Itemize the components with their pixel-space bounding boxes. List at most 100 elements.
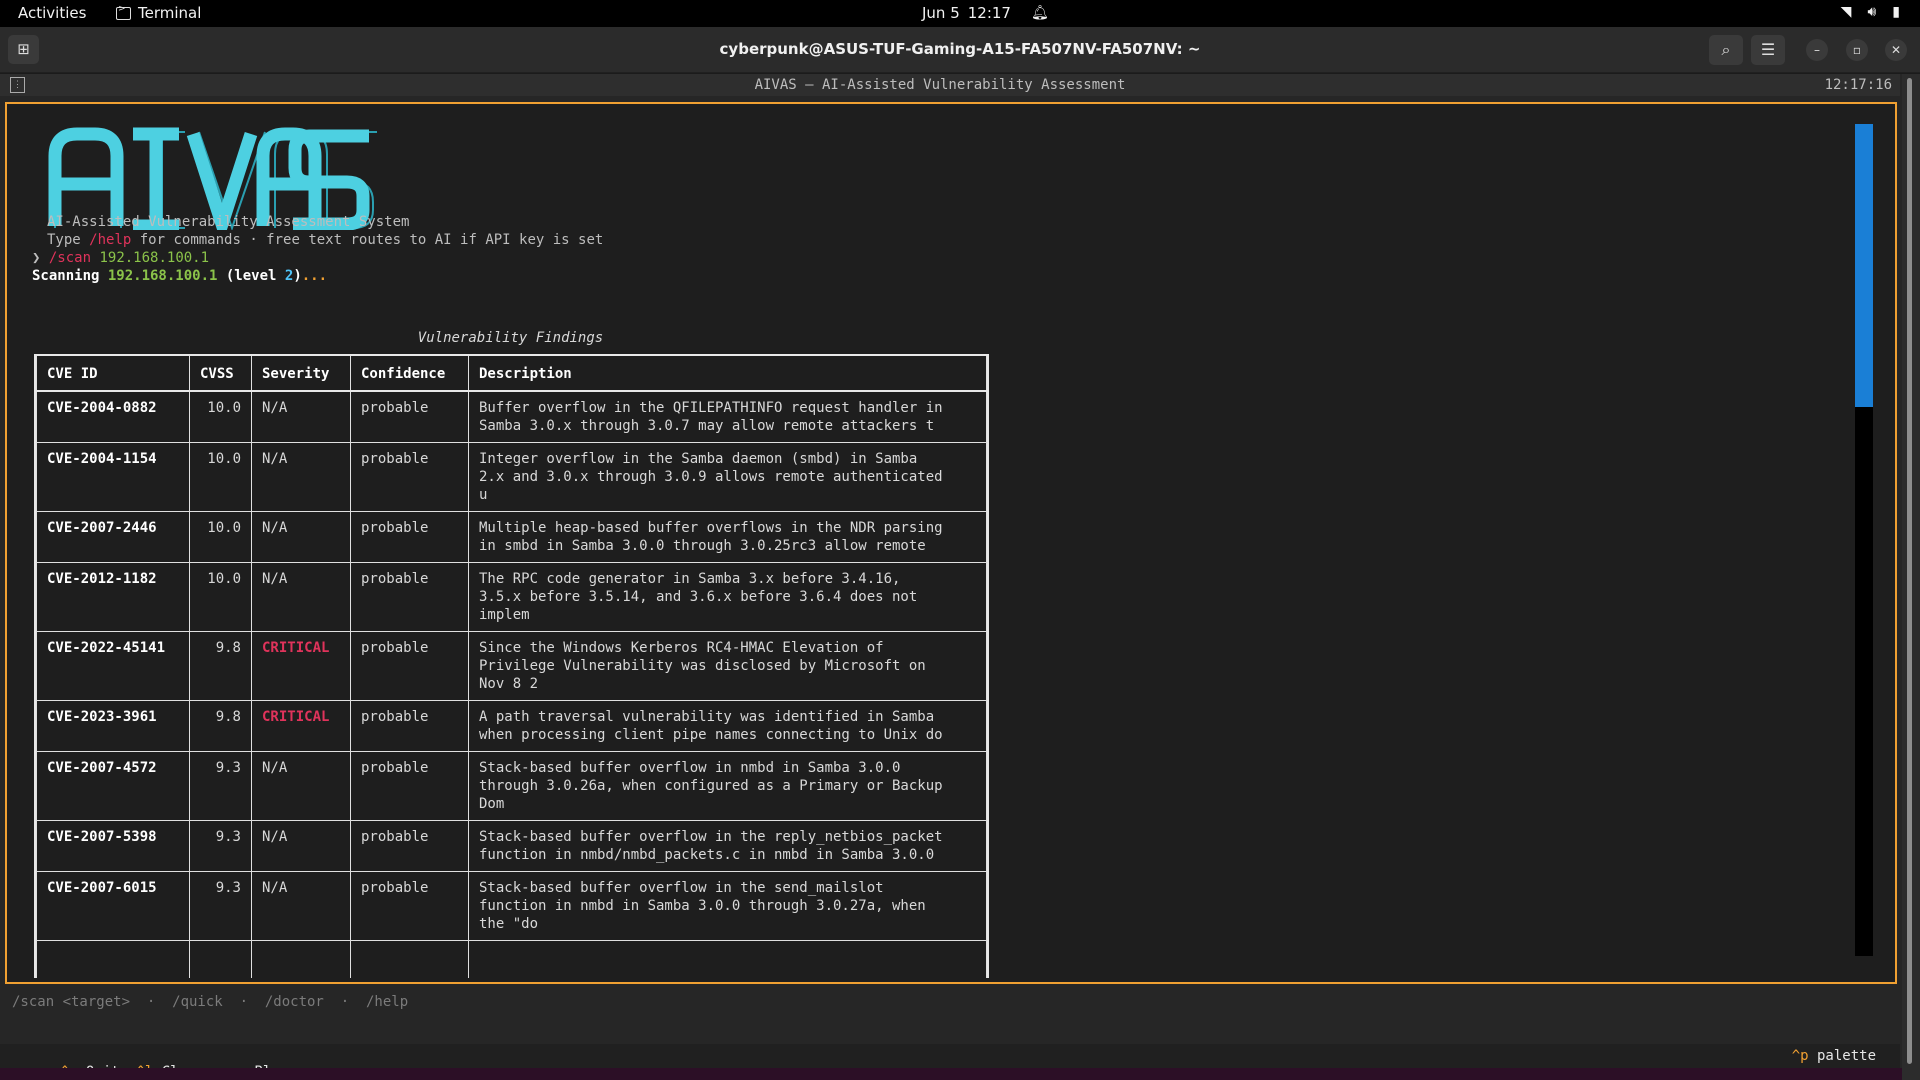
- cell-cve-id: CVE-2007-6015: [36, 871, 190, 941]
- app-menu[interactable]: Terminal: [116, 4, 201, 22]
- table-row: CVE-2007-5398 9.3 N/A probable Stack-based b…: [36, 820, 987, 872]
- help-hint-line: Type /help for commands · free text rout…: [47, 232, 603, 248]
- cell-confidence: probable: [350, 562, 469, 632]
- date-label: Jun 5: [922, 4, 960, 22]
- help-command: /help: [89, 232, 132, 248]
- cell-severity: N/A: [251, 442, 351, 512]
- table-row: CVE-2007-4572 9.3 N/A probable Stack-based b…: [36, 751, 987, 821]
- cell-description: Buffer overflow in the QFILEPATHINFO req…: [468, 390, 987, 443]
- cell-cvss: 10.0: [189, 511, 252, 563]
- table-title: Vulnerability Findings: [417, 330, 604, 346]
- cell-confidence: probable: [350, 700, 469, 752]
- cell-severity: N/A: [251, 390, 351, 443]
- vulnerability-table[interactable]: CVE ID CVSS Severity Confidence Descript…: [34, 354, 989, 978]
- system-tray[interactable]: ◥ 🔊︎ ▮: [1841, 4, 1900, 20]
- terminal-bottom-strip: [0, 1068, 1920, 1080]
- table-row: [36, 940, 987, 978]
- cell-cve-id: CVE-2022-45141: [36, 631, 190, 701]
- activities-button[interactable]: Activities: [18, 4, 86, 22]
- terminal-scrollbar[interactable]: [1902, 74, 1920, 1080]
- table-row: CVE-2004-0882 10.0 N/A probable Buffer overf…: [36, 390, 987, 443]
- window-titlebar: ⊞ cyberpunk@ASUS-TUF-Gaming-A15-FA507NV-…: [0, 27, 1920, 73]
- column-header-cve: CVE ID: [36, 354, 190, 392]
- window-title: cyberpunk@ASUS-TUF-Gaming-A15-FA507NV-FA…: [719, 40, 1201, 58]
- minimize-icon[interactable]: –: [1806, 39, 1828, 61]
- clock-button[interactable]: Jun 5 12:17 🔔︎: [922, 4, 1049, 22]
- column-header-description: Description: [468, 354, 987, 392]
- cell-description: The RPC code generator in Samba 3.x befo…: [468, 562, 987, 632]
- help-suffix: for commands · free text routes to AI if…: [131, 232, 604, 248]
- cell-cvss: 9.8: [189, 700, 252, 752]
- cell-description: A path traversal vulnerability was ident…: [468, 700, 987, 752]
- search-icon[interactable]: ⌕: [1709, 35, 1743, 65]
- cell-severity: N/A: [251, 562, 351, 632]
- palette-key: ^p: [1791, 1048, 1809, 1064]
- output-log-panel[interactable]: AI-Assisted Vulnerability Assessment Sys…: [5, 102, 1897, 984]
- bell-icon: 🔔︎: [1030, 5, 1049, 21]
- wifi-icon: ◥: [1840, 4, 1852, 20]
- cell-cve-id: CVE-2004-1154: [36, 442, 190, 512]
- column-header-confidence: Confidence: [350, 354, 469, 392]
- table-row: CVE-2012-1182 10.0 N/A probable The RPC code…: [36, 562, 987, 632]
- cell-cve-id: CVE-2004-0882: [36, 390, 190, 443]
- key-bindings-footer: ^c Quit ^l Clear esc Blur ^p palette: [0, 1044, 1900, 1080]
- cell-cve-id: [36, 940, 190, 978]
- cell-confidence: probable: [350, 751, 469, 821]
- cell-description: Stack-based buffer overflow in the send_…: [468, 871, 987, 941]
- cell-cve-id: CVE-2007-5398: [36, 820, 190, 872]
- scan-level-prefix: (level: [217, 268, 285, 284]
- cell-confidence: probable: [350, 511, 469, 563]
- cell-description: Multiple heap-based buffer overflows in …: [468, 511, 987, 563]
- app-subtitle: AI-Assisted Vulnerability Assessment Sys…: [47, 214, 410, 230]
- cell-description: Stack-based buffer overflow in nmbd in S…: [468, 751, 987, 821]
- scan-level-suffix: ): [293, 268, 302, 284]
- cell-confidence: probable: [350, 820, 469, 872]
- output-scrollbar[interactable]: [1855, 124, 1873, 956]
- table-body: CVE-2004-0882 10.0 N/A probable Buffer overf…: [36, 390, 987, 978]
- scan-status-line: Scanning 192.168.100.1 (level 2)...: [32, 268, 327, 284]
- cell-severity: N/A: [251, 871, 351, 941]
- close-icon[interactable]: ✕: [1885, 39, 1907, 61]
- cell-severity: N/A: [251, 751, 351, 821]
- cell-severity: CRITICAL: [251, 631, 351, 701]
- cell-confidence: probable: [350, 442, 469, 512]
- prompt-target: 192.168.100.1: [91, 250, 210, 266]
- table-row: CVE-2007-6015 9.3 N/A probable Stack-based b…: [36, 871, 987, 941]
- help-prefix: Type: [47, 232, 90, 248]
- table-header-row: CVE ID CVSS Severity Confidence Descript…: [36, 354, 987, 392]
- cell-cvss: 10.0: [189, 442, 252, 512]
- cell-severity: CRITICAL: [251, 700, 351, 752]
- app-name: Terminal: [138, 4, 202, 22]
- cell-description: [468, 940, 987, 978]
- column-header-cvss: CVSS: [189, 354, 252, 392]
- prompt-symbol: ❯: [32, 250, 41, 266]
- cell-cvss: 9.8: [189, 631, 252, 701]
- table-row: CVE-2022-45141 9.8 CRITICAL probable Since t…: [36, 631, 987, 701]
- cell-confidence: [350, 940, 469, 978]
- cell-confidence: probable: [350, 631, 469, 701]
- column-header-severity: Severity: [251, 354, 351, 392]
- app-header-clock: 12:17:16: [1824, 77, 1892, 93]
- maximize-icon[interactable]: ▫: [1846, 39, 1868, 61]
- menu-icon[interactable]: ☰: [1751, 35, 1785, 65]
- command-hints: /scan <target> · /quick · /doctor · /hel…: [12, 994, 409, 1010]
- cell-cvss: 10.0: [189, 562, 252, 632]
- battery-icon: ▮: [1892, 4, 1900, 20]
- cell-cvss: [189, 940, 252, 978]
- cell-confidence: probable: [350, 390, 469, 443]
- terminal-viewport[interactable]: ⋮ AIVAS — AI-Assisted Vulnerability Asse…: [0, 74, 1920, 1080]
- cell-severity: N/A: [251, 820, 351, 872]
- palette-hint[interactable]: ^p palette: [1792, 1048, 1876, 1064]
- cell-cvss: 9.3: [189, 871, 252, 941]
- cell-description: Stack-based buffer overflow in the reply…: [468, 820, 987, 872]
- scrollbar-thumb[interactable]: [1855, 124, 1873, 407]
- prompt-command: /scan: [48, 250, 92, 266]
- cell-cve-id: CVE-2007-2446: [36, 511, 190, 563]
- cell-description: Integer overflow in the Samba daemon (sm…: [468, 442, 987, 512]
- cell-cvss: 9.3: [189, 820, 252, 872]
- table-row: CVE-2023-3961 9.8 CRITICAL probable A path t…: [36, 700, 987, 752]
- terminal-scrollbar-thumb[interactable]: [1907, 78, 1912, 1064]
- table-row: CVE-2007-2446 10.0 N/A probable Multiple hea…: [36, 511, 987, 563]
- palette-label: palette: [1808, 1048, 1876, 1064]
- cell-severity: N/A: [251, 511, 351, 563]
